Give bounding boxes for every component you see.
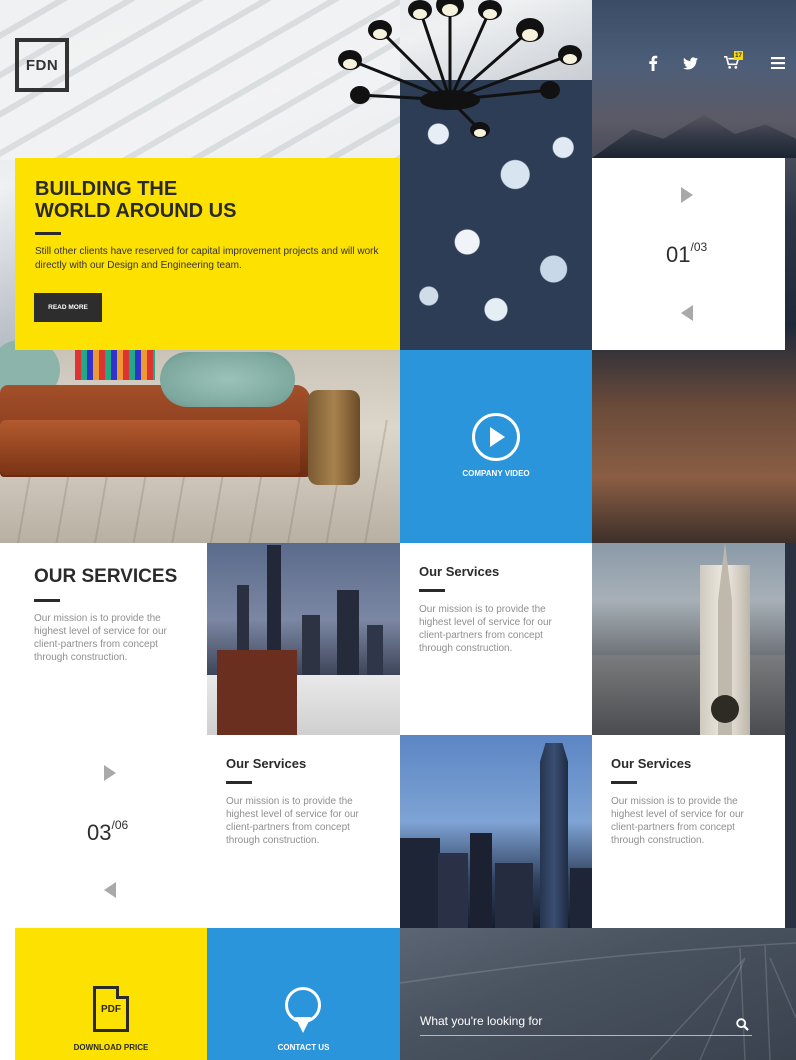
slide-current: 01 <box>666 242 691 267</box>
bottom-left-margin <box>0 928 15 1060</box>
hero-description: Still other clients have reserved for ca… <box>35 246 379 271</box>
service-card-2-title: Our Services <box>226 756 307 771</box>
search-block <box>400 928 796 1060</box>
clocktower-photo <box>592 543 785 735</box>
pdf-icon-text: PDF <box>101 1004 121 1015</box>
services-counter: 03/06 <box>87 818 129 846</box>
search-input[interactable] <box>420 1010 730 1032</box>
facebook-icon[interactable] <box>644 54 662 72</box>
hero-divider <box>35 232 61 235</box>
service-card-1-divider <box>419 589 445 592</box>
service-card-3-divider <box>611 781 637 784</box>
logo[interactable]: FDN <box>15 38 69 92</box>
prev-arrow-icon[interactable] <box>681 305 693 321</box>
service-card-1-text: Our mission is to provide the highest le… <box>419 604 552 654</box>
hero-title-line1: BUILDING THE <box>35 178 178 200</box>
service-card-2-text: Our mission is to provide the highest le… <box>226 796 359 846</box>
service-card-3-title: Our Services <box>611 756 692 771</box>
service-card-3-text: Our mission is to provide the highest le… <box>611 796 744 846</box>
video-label: COMPANY VIDEO <box>462 469 530 478</box>
hero-title: BUILDING THE WORLD AROUND US <box>35 178 375 222</box>
city-skyline-photo <box>207 543 400 735</box>
location-pin-tip <box>295 1017 311 1033</box>
search-icon[interactable] <box>736 1018 750 1032</box>
download-price-label[interactable]: DOWNLOAD PRICE <box>15 1043 207 1052</box>
services-divider <box>34 599 60 602</box>
contact-us-label[interactable]: CONTACT US <box>207 1043 400 1052</box>
services-heading: OUR SERVICES <box>34 566 178 587</box>
service-card-1-title: Our Services <box>419 564 500 579</box>
services-current: 03 <box>87 820 112 845</box>
twitter-icon[interactable] <box>681 54 699 72</box>
services-intro-text: Our mission is to provide the highest le… <box>34 613 167 663</box>
search-underline <box>420 1035 752 1036</box>
read-more-button[interactable]: READ MORE <box>34 293 102 322</box>
play-icon[interactable] <box>490 427 505 447</box>
slide-total: /03 <box>690 240 708 254</box>
next-arrow-icon[interactable] <box>681 187 693 203</box>
menu-icon[interactable] <box>769 54 787 72</box>
skyscraper-photo <box>400 735 592 928</box>
slide-counter: 01/03 <box>666 240 708 268</box>
cart-count-badge: 17 <box>734 51 743 60</box>
service-card-2-divider <box>226 781 252 784</box>
hero-title-line2: WORLD AROUND US <box>35 200 237 222</box>
services-next-arrow-icon[interactable] <box>104 765 116 781</box>
pdf-icon-fold <box>116 986 129 999</box>
services-prev-arrow-icon[interactable] <box>104 882 116 898</box>
services-total: /06 <box>111 818 129 832</box>
